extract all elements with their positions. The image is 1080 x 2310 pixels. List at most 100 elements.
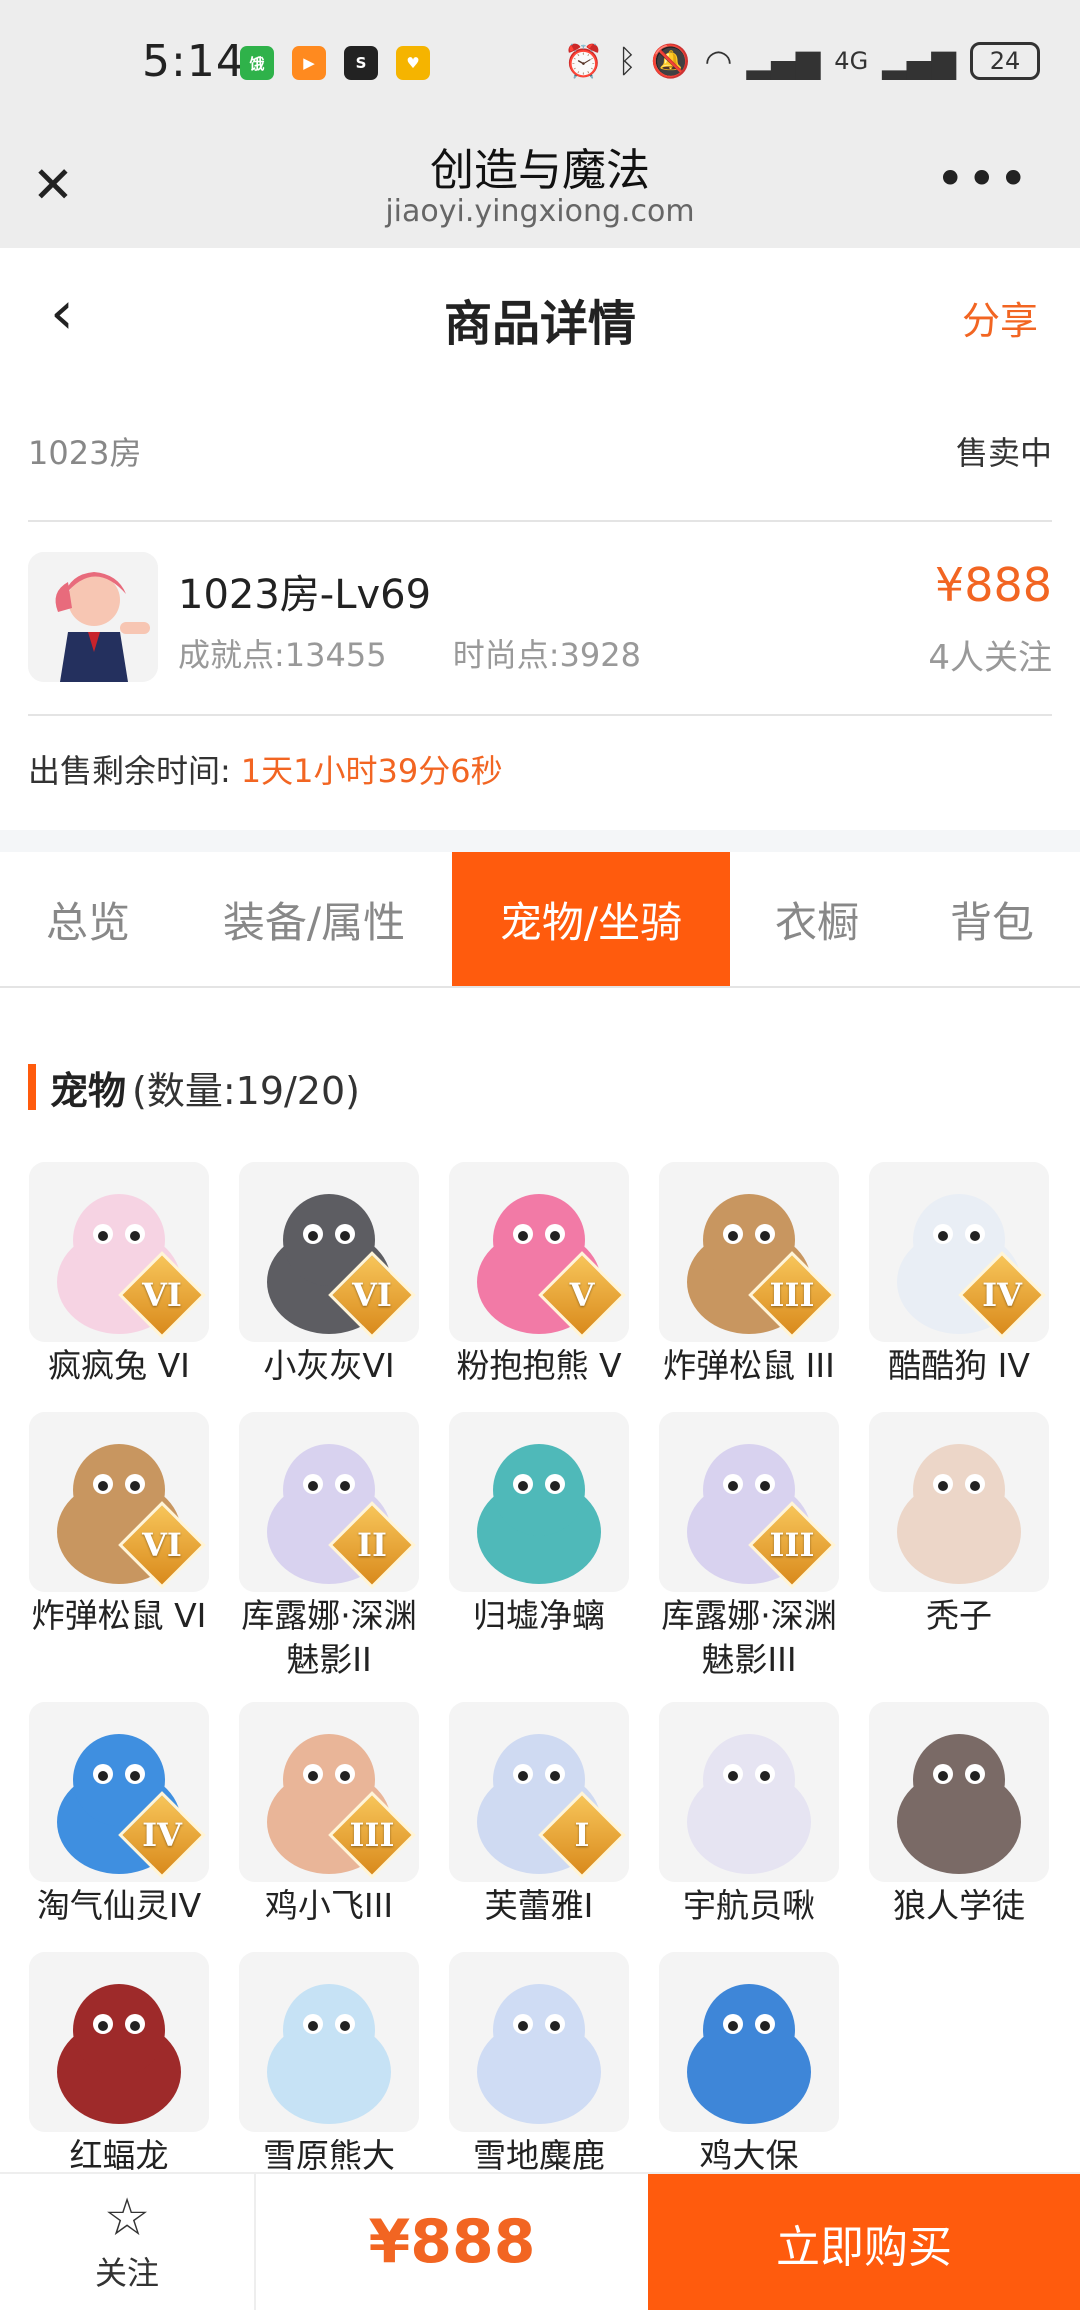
pet-item[interactable]: III 库露娜·深渊魅影III xyxy=(659,1412,839,1682)
pet-image xyxy=(659,1952,839,2132)
rank-badge-label: V xyxy=(569,1276,595,1314)
character-avatar-icon xyxy=(28,552,158,682)
pet-name: 秃子 xyxy=(926,1596,992,1635)
rank-badge-label: III xyxy=(769,1276,815,1314)
product-stats: 成就点:13455 时尚点:3928 xyxy=(178,630,697,676)
pet-item[interactable]: 宇航员啾 xyxy=(659,1702,839,1928)
pet-item[interactable]: I 芙蕾雅I xyxy=(449,1702,629,1928)
pet-item[interactable]: 秃子 xyxy=(869,1412,1049,1638)
pet-name: 炸弹松鼠 VI xyxy=(31,1596,207,1635)
pet-image xyxy=(449,1952,629,2132)
room-line: 1023房 售卖中 xyxy=(28,418,1052,478)
pet-item[interactable]: 鸡大保 xyxy=(659,1952,839,2178)
avatar xyxy=(28,552,158,682)
status-right: ⏰ ᛒ 🔕 ◠ ▂▄▆ 4G ▂▄▆ 24 xyxy=(564,42,1040,80)
pet-image xyxy=(239,1952,419,2132)
section-count: (数量:19/20) xyxy=(132,1068,360,1113)
pet-image xyxy=(29,1952,209,2132)
tab-backpack[interactable]: 背包 xyxy=(904,852,1080,986)
pet-name: 淘气仙灵IV xyxy=(36,1886,202,1925)
more-icon[interactable]: ••• xyxy=(936,150,1030,208)
pet-image: VI xyxy=(29,1412,209,1592)
product-name: 1023房-Lv69 xyxy=(178,572,432,618)
follow-button[interactable]: ☆ 关注 xyxy=(0,2174,256,2310)
tab-equipment[interactable]: 装备/属性 xyxy=(176,852,452,986)
pet-item[interactable]: 红蝠龙 xyxy=(29,1952,209,2178)
browser-title: 创造与魔法 xyxy=(430,145,650,196)
app-notification-icon: 饿 xyxy=(240,46,274,80)
pet-name: 狼人学徒 xyxy=(893,1886,1025,1925)
bottom-price: ¥888 xyxy=(368,2207,536,2277)
rank-badge-label: III xyxy=(349,1816,395,1854)
battery-indicator: 24 xyxy=(970,42,1040,80)
buy-now-button[interactable]: 立即购买 xyxy=(648,2174,1080,2310)
rank-badge-label: II xyxy=(357,1526,387,1564)
tab-overview[interactable]: 总览 xyxy=(0,852,176,986)
pet-item[interactable]: VI 小灰灰VI xyxy=(239,1162,419,1388)
pet-image: VI xyxy=(29,1162,209,1342)
pet-name: 酷酷狗 IV xyxy=(888,1346,1030,1385)
pet-item[interactable]: 雪原熊大 xyxy=(239,1952,419,2178)
pet-item[interactable]: VI 炸弹松鼠 VI xyxy=(29,1412,209,1638)
status-badge: 售卖中 xyxy=(955,434,1052,472)
soul-app-icon: S xyxy=(344,46,378,80)
product-summary: 1023房-Lv69 成就点:13455 时尚点:3928 ¥888 4人关注 xyxy=(28,552,1052,686)
pet-image: IV xyxy=(869,1162,1049,1342)
status-time: 5:14 xyxy=(142,36,245,87)
pet-item[interactable]: II 库露娜·深渊魅影II xyxy=(239,1412,419,1682)
pet-name: 炸弹松鼠 III xyxy=(663,1346,835,1385)
share-button[interactable]: 分享 xyxy=(962,290,1038,345)
room-id: 1023房 xyxy=(28,434,142,472)
bluetooth-icon: ᛒ xyxy=(617,42,637,80)
wifi-icon: ◠ xyxy=(704,42,733,80)
alarm-icon: ⏰ xyxy=(563,42,604,80)
pet-item[interactable]: IV 淘气仙灵IV xyxy=(29,1702,209,1928)
rank-badge-label: IV xyxy=(982,1276,1022,1314)
mute-icon: 🔕 xyxy=(650,42,691,80)
rank-badge-label: IV xyxy=(142,1816,182,1854)
pet-item[interactable]: 雪地麋鹿 xyxy=(449,1952,629,2178)
status-app-icons: 饿 ▶ S ♥ xyxy=(240,46,430,80)
remaining-label: 出售剩余时间: xyxy=(28,752,231,790)
pet-item[interactable]: III 炸弹松鼠 III xyxy=(659,1162,839,1388)
pet-image: II xyxy=(239,1412,419,1592)
pet-item[interactable]: IV 酷酷狗 IV xyxy=(869,1162,1049,1388)
page-header: ‹ 商品详情 分享 xyxy=(0,248,1080,382)
pet-name: 粉抱抱熊 V xyxy=(456,1346,622,1385)
rank-badge-label: VI xyxy=(352,1276,392,1314)
section-accent-bar xyxy=(28,1064,36,1110)
pet-image: III xyxy=(239,1702,419,1882)
pets-section-title: 宠物 (数量:19/20) xyxy=(28,1062,360,1113)
tab-wardrobe[interactable]: 衣橱 xyxy=(730,852,904,986)
pet-image: VI xyxy=(239,1162,419,1342)
follower-count: 4人关注 xyxy=(928,638,1052,678)
follow-label: 关注 xyxy=(94,2254,159,2292)
rank-badge-label: VI xyxy=(142,1276,182,1314)
pet-name: 库露娜·深渊魅影II xyxy=(241,1596,417,1679)
fashion-points: 时尚点:3928 xyxy=(452,636,641,674)
pet-item[interactable]: V 粉抱抱熊 V xyxy=(449,1162,629,1388)
tab-pets[interactable]: 宠物/坐骑 xyxy=(452,852,730,986)
divider xyxy=(28,520,1052,522)
pet-image: III xyxy=(659,1162,839,1342)
pet-item[interactable]: 归墟净螭 xyxy=(449,1412,629,1638)
pet-image xyxy=(869,1702,1049,1882)
pet-image: IV xyxy=(29,1702,209,1882)
rank-badge-label: VI xyxy=(142,1526,182,1564)
pet-name: 归墟净螭 xyxy=(473,1596,605,1635)
pet-image: V xyxy=(449,1162,629,1342)
page-title: 商品详情 xyxy=(443,296,636,352)
pet-image xyxy=(449,1412,629,1592)
browser-url: jiaoyi.yingxiong.com xyxy=(385,194,695,229)
network-type: 4G xyxy=(834,47,869,75)
rank-badge-label: I xyxy=(574,1816,590,1854)
pet-item[interactable]: 狼人学徒 xyxy=(869,1702,1049,1928)
product-price: ¥888 xyxy=(934,558,1052,612)
remaining-value: 1天1小时39分6秒 xyxy=(240,752,503,790)
pet-item[interactable]: VI 疯疯兔 VI xyxy=(29,1162,209,1388)
rank-badge-label: III xyxy=(769,1526,815,1564)
pet-item[interactable]: III 鸡小飞III xyxy=(239,1702,419,1928)
browser-header: ✕ 创造与魔法 jiaoyi.yingxiong.com ••• xyxy=(0,120,1080,248)
star-icon: ☆ xyxy=(103,2188,151,2248)
pet-name: 宇航员啾 xyxy=(683,1886,815,1925)
